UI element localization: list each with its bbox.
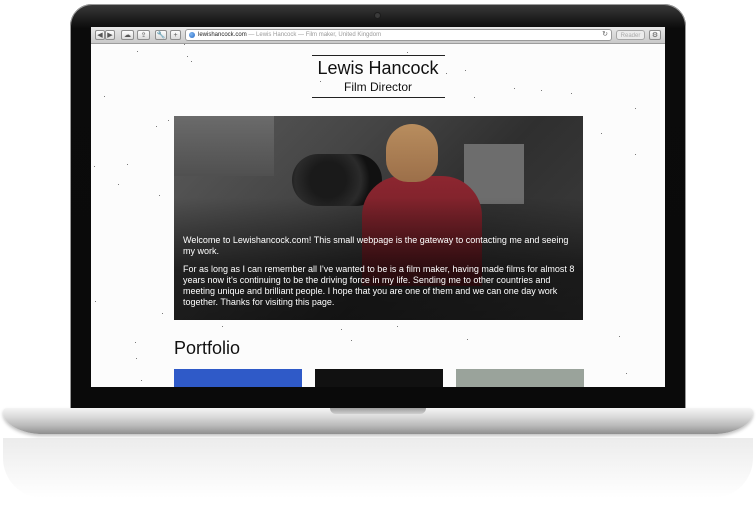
background-speck	[104, 96, 105, 97]
background-speck	[141, 380, 142, 381]
wrench-icon[interactable]: 🔧	[155, 30, 167, 40]
background-speck	[474, 97, 475, 98]
background-speck	[95, 301, 96, 302]
page-title-text: — Lewis Hancock — Film maker, United Kin…	[246, 32, 382, 38]
background-speck	[136, 358, 137, 359]
background-speck	[168, 120, 169, 121]
url-domain: lewishancock.com	[198, 32, 247, 38]
background-speck	[635, 108, 636, 109]
background-speck	[135, 342, 136, 343]
background-speck	[127, 164, 128, 165]
background-speck	[407, 52, 408, 53]
hero-paragraph: Welcome to Lewishancock.com! This small …	[183, 235, 569, 256]
background-speck	[94, 166, 95, 167]
background-speck	[341, 329, 342, 330]
background-speck	[626, 373, 627, 374]
background-speck	[187, 56, 188, 57]
web-page: Lewis Hancock Film Director Welcome to L…	[91, 44, 665, 387]
cloud-tabs-button[interactable]: ☁	[121, 30, 134, 40]
reader-button[interactable]: Reader	[616, 30, 645, 40]
background-speck	[222, 326, 223, 327]
site-role: Film Director	[344, 80, 412, 94]
hero-image: Welcome to Lewishancock.com! This small …	[174, 116, 583, 320]
background-speck	[184, 44, 185, 45]
url-text: lewishancock.com — Lewis Hancock — Film …	[198, 30, 381, 40]
forward-button[interactable]: ▶	[105, 30, 115, 40]
share-button[interactable]: ⇪	[137, 30, 150, 40]
site-name: Lewis Hancock	[317, 58, 439, 78]
laptop-notch	[330, 408, 426, 414]
hero-text: Welcome to Lewishancock.com! This small …	[183, 235, 575, 315]
header-bottom-rule	[312, 97, 445, 98]
hero-paragraph: For as long as I can remember all I've w…	[183, 264, 575, 307]
webcam-icon	[375, 13, 380, 18]
background-speck	[162, 313, 163, 314]
background-speck	[467, 339, 468, 340]
background-speck	[635, 154, 636, 155]
new-tab-button[interactable]: +	[170, 30, 181, 40]
portfolio-heading: Portfolio	[174, 338, 241, 358]
background-speck	[351, 340, 352, 341]
back-button[interactable]: ◀	[95, 30, 105, 40]
globe-icon	[189, 32, 195, 38]
background-speck	[156, 126, 157, 127]
browser-toolbar: ◀ ▶ ☁ ⇪ 🔧 + lewishancock.com — Lewis Han…	[91, 27, 665, 44]
settings-icon[interactable]: ⚙	[649, 30, 661, 40]
background-speck	[601, 133, 602, 134]
background-speck	[118, 184, 119, 185]
background-speck	[159, 195, 160, 196]
address-bar[interactable]: lewishancock.com — Lewis Hancock — Film …	[185, 29, 612, 41]
background-speck	[619, 336, 620, 337]
browser-window: ◀ ▶ ☁ ⇪ 🔧 + lewishancock.com — Lewis Han…	[91, 27, 665, 387]
portfolio-thumbnail[interactable]	[315, 369, 443, 387]
reload-icon[interactable]: ↻	[602, 30, 608, 40]
background-speck	[137, 51, 138, 52]
portfolio-thumbnail[interactable]	[174, 369, 302, 387]
header-top-rule	[312, 55, 445, 56]
portfolio-thumbnail[interactable]	[456, 369, 584, 387]
background-speck	[397, 326, 398, 327]
laptop-reflection	[3, 438, 753, 498]
